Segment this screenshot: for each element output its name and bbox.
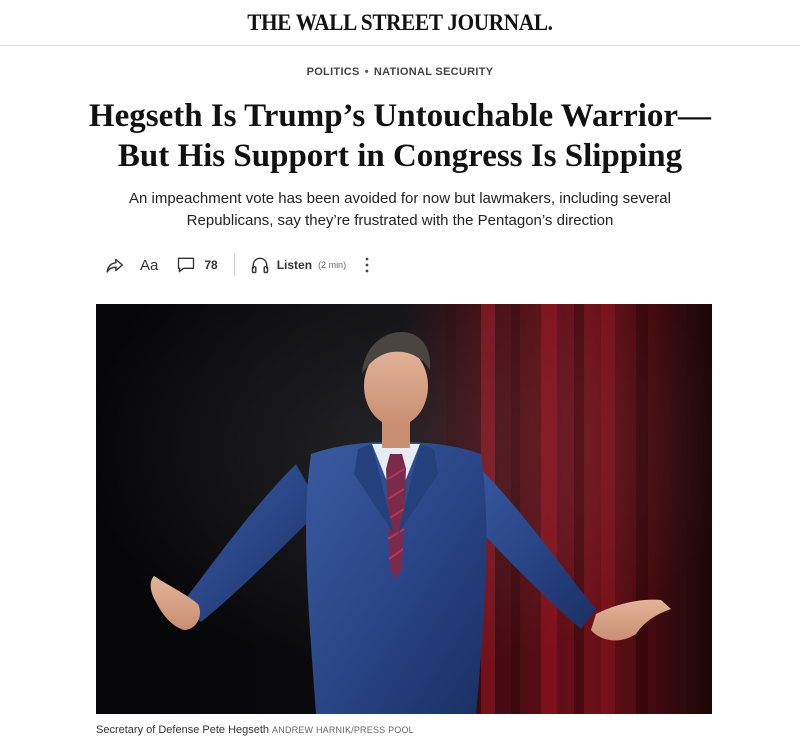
wsj-logo[interactable]: THE WALL STREET JOURNAL. — [247, 10, 553, 36]
photo-credit: ANDREW HARNIK/PRESS POOL — [272, 725, 414, 735]
listen-duration: (2 min) — [318, 260, 347, 270]
comment-icon — [178, 257, 195, 273]
comment-count: 78 — [204, 258, 218, 272]
photo-caption: Secretary of Defense Pete Hegseth ANDREW … — [96, 724, 712, 736]
subsection-link[interactable]: NATIONAL SECURITY — [374, 66, 494, 78]
dek-line-1: An impeachment vote has been avoided for… — [129, 190, 671, 207]
toolbar-divider — [233, 254, 235, 276]
photo-illustration — [96, 304, 712, 714]
more-options-button[interactable] — [364, 255, 370, 275]
section-link[interactable]: POLITICS — [307, 66, 360, 78]
article-photo[interactable] — [96, 304, 712, 714]
text-size-label: Aa — [140, 256, 159, 274]
flag-separator: • — [364, 66, 369, 78]
share-icon — [106, 258, 124, 273]
share-button[interactable] — [104, 254, 126, 276]
article-toolbar: Aa 78 Listen (2 min) — [104, 252, 370, 278]
article-dek: An impeachment vote has been avoided for… — [90, 188, 710, 232]
comments-button[interactable]: 78 — [176, 255, 218, 275]
headphones-icon — [251, 257, 268, 274]
headline-line-1: Hegseth Is Trump’s Untouchable Warrior— — [88, 98, 712, 134]
listen-label: Listen — [276, 258, 313, 272]
headline: Hegseth Is Trump’s Untouchable Warrior— … — [40, 96, 760, 176]
text-size-button[interactable]: Aa — [140, 257, 158, 274]
dek-line-2: Republicans, say they’re frustrated with… — [186, 212, 614, 229]
listen-button[interactable]: Listen (2 min) — [250, 255, 346, 275]
masthead: THE WALL STREET JOURNAL. — [0, 0, 800, 46]
more-vertical-icon — [365, 257, 369, 273]
caption-text: Secretary of Defense Pete Hegseth — [96, 724, 270, 736]
article-flag: POLITICS • NATIONAL SECURITY — [0, 66, 800, 78]
headline-line-2: But His Support in Congress Is Slipping — [117, 138, 683, 174]
